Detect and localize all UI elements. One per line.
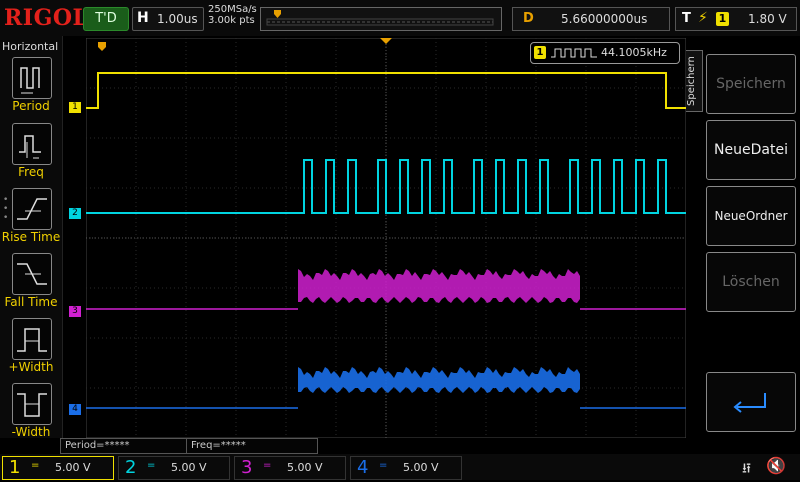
enter-arrow-icon [733,393,766,413]
ch4-coupling-icon: = [379,460,388,471]
freq-button[interactable] [12,123,52,165]
measurement-period: Period=***** [60,438,188,454]
neue-ordner-button[interactable]: NeueOrdner [706,186,796,246]
rising-edge-icon: ⚡ [698,10,708,26]
rise-time-label: Rise Time [1,230,61,244]
ch2-coupling-icon: = [147,460,156,471]
ch2-number: 2 [125,457,137,478]
ch2-settings[interactable]: 2 = 5.00 V [118,456,230,480]
ch2-scale: 5.00 V [171,461,207,474]
ch3-number: 3 [241,457,253,478]
memory-position-graphic [266,10,494,26]
memory-depth: 3.00k pts [208,15,255,26]
fall-time-button[interactable] [12,253,52,295]
negative-width-button[interactable] [12,383,52,425]
page-dots: • • • [3,195,9,223]
counter-source-badge: 1 [534,46,546,59]
frequency-counter: 1 44.1005kHz [530,42,680,64]
delay-key: D [523,11,534,26]
positive-width-button[interactable] [12,318,52,360]
period-label: Period [12,99,50,113]
freq-label: Freq [18,165,44,179]
period-button[interactable] [12,57,52,99]
menu-tab-speichern[interactable]: Speichern [686,50,703,112]
ch4-marker[interactable]: 4 [69,404,81,415]
ch4-settings[interactable]: 4 = 5.00 V [350,456,462,480]
acquisition-info: 250MSa/s 3.00k pts [208,4,257,26]
positive-width-label: +Width [8,360,54,374]
ch3-coupling-icon: = [263,460,272,471]
panel-title: Horizontal [2,40,59,53]
delay-value: 5.66000000us [561,12,648,26]
delay-box[interactable]: D 5.66000000us [512,7,670,31]
ch1-number: 1 [9,457,21,478]
enter-button[interactable] [706,372,796,432]
neue-datei-button[interactable]: NeueDatei [706,120,796,180]
trigger-box[interactable]: T ⚡ 1 1.80 V [675,7,797,31]
measurement-freq: Freq=***** [186,438,318,454]
ch1-marker[interactable]: 1 [69,102,81,113]
rigol-logo: RIGOL [4,5,89,31]
counter-frequency: 44.1005kHz [601,46,667,59]
trigger-source-badge: 1 [716,12,729,26]
sample-rate: 250MSa/s [208,4,257,15]
timebase-value: 1.00us [157,12,198,26]
pulse-train-icon [551,48,597,58]
ch4-scale: 5.00 V [403,461,439,474]
timebase-box[interactable]: H 1.00us [132,7,204,31]
ch1-settings[interactable]: 1 = 5.00 V [2,456,114,480]
ch3-settings[interactable]: 3 = 5.00 V [234,456,346,480]
negative-width-label: -Width [11,425,51,439]
fall-time-icon [17,263,47,285]
period-icon [20,67,40,94]
memory-position-bar[interactable] [260,7,502,31]
waveform-display[interactable] [86,38,686,438]
ch1-scale: 5.00 V [55,461,91,474]
fall-time-label: Fall Time [4,295,58,309]
ch4-number: 4 [357,457,369,478]
rise-time-icon [17,198,47,220]
speaker-muted-icon[interactable]: 🔇 [766,456,786,475]
trigger-level: 1.80 V [748,12,787,26]
loeschen-button[interactable]: Löschen [706,252,796,312]
positive-width-icon [17,328,47,352]
ch3-scale: 5.00 V [287,461,323,474]
speichern-button[interactable]: Speichern [706,54,796,114]
timebase-key: H [137,10,149,26]
negative-width-icon [17,393,47,417]
trigger-key: T [682,11,691,26]
ch1-coupling-icon: = [31,460,40,471]
usb-icon: ⭿ [742,461,752,477]
ch3-marker[interactable]: 3 [69,306,81,317]
rise-time-button[interactable] [12,188,52,230]
freq-icon [19,135,41,159]
trigger-position-icon [274,10,281,18]
run-status-badge[interactable]: T'D [83,7,129,31]
ch2-marker[interactable]: 2 [69,208,81,219]
